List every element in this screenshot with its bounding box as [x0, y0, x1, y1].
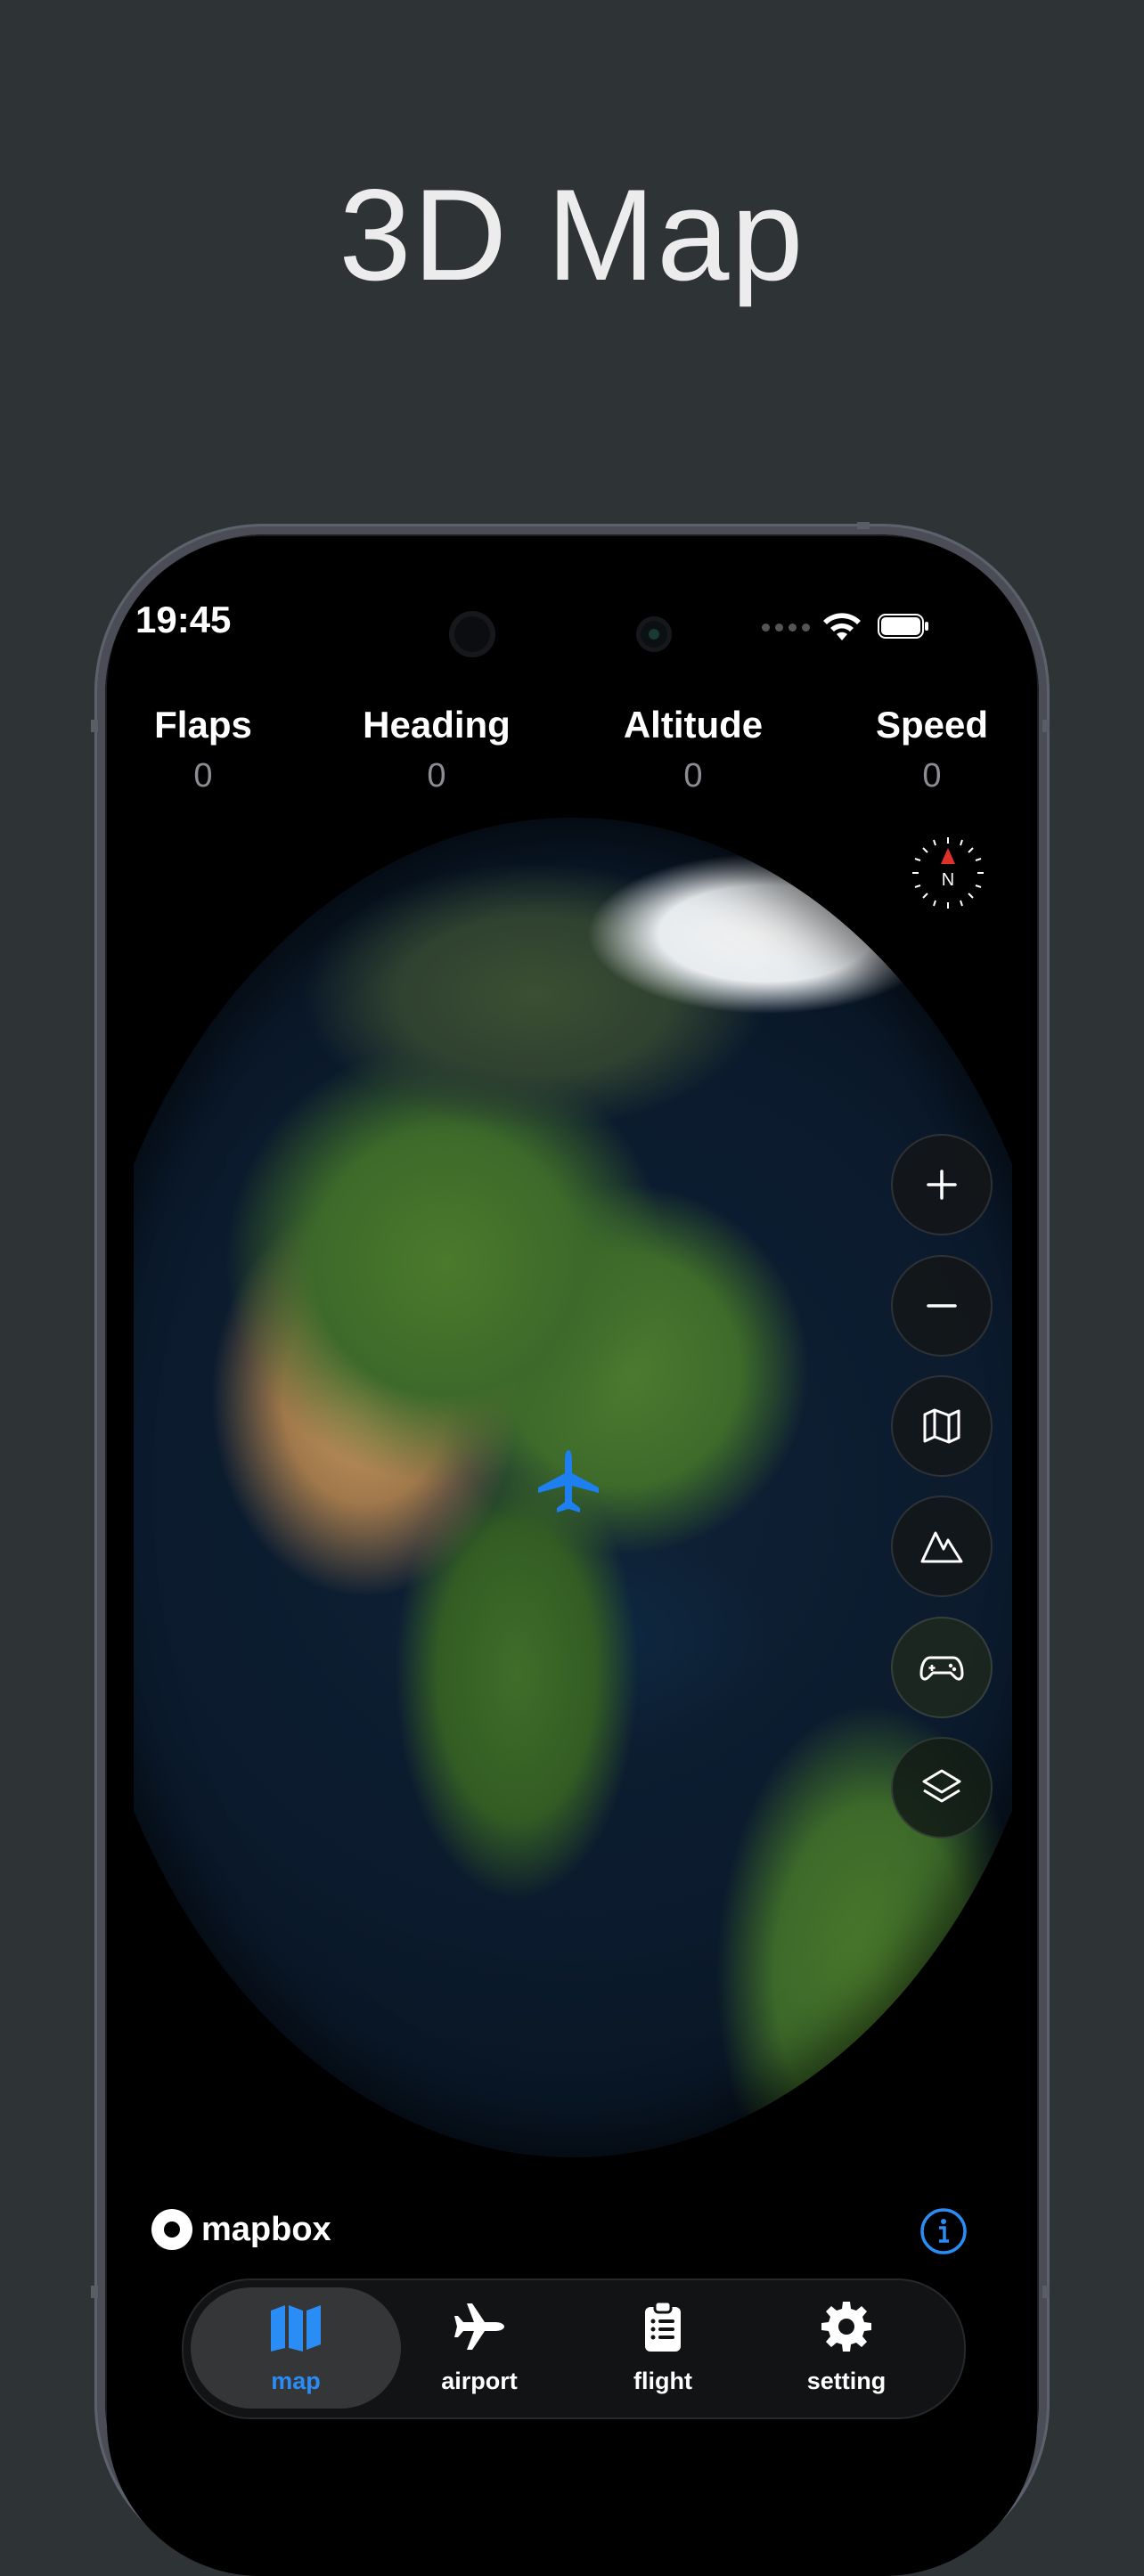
tab-label: flight — [633, 2368, 692, 2394]
readout-value: 0 — [683, 757, 703, 795]
readout-value: 0 — [922, 757, 942, 795]
layers-icon — [922, 1769, 961, 1803]
mapbox-brand: mapbox — [201, 2210, 331, 2248]
battery-icon — [878, 614, 928, 639]
readout-value: 0 — [193, 757, 213, 795]
zoom-out-button[interactable] — [891, 1255, 993, 1357]
readout-label: Flaps — [154, 704, 252, 746]
readout-label: Altitude — [623, 704, 764, 746]
airplane-icon[interactable] — [533, 1447, 604, 1518]
airplane-icon — [454, 2303, 504, 2350]
readout-value: 0 — [427, 757, 446, 795]
tab-map[interactable]: map — [191, 2287, 401, 2409]
tab-flight[interactable]: flight — [558, 2287, 768, 2409]
gear-icon — [821, 2302, 871, 2352]
mapbox-icon — [151, 2209, 192, 2250]
wifi-icon — [823, 613, 861, 640]
clipboard-icon — [645, 2300, 681, 2352]
compass-label: N — [942, 870, 954, 890]
map-icon — [271, 2305, 321, 2352]
tab-airport[interactable]: airport — [374, 2287, 584, 2409]
readout-speed: Speed 0 — [861, 704, 1003, 795]
tab-setting[interactable]: setting — [741, 2287, 952, 2409]
compass-icon[interactable]: N — [911, 836, 985, 910]
zoom-in-button[interactable] — [891, 1134, 993, 1235]
promo-title: 3D Map — [339, 162, 805, 307]
minus-icon — [927, 1304, 957, 1308]
tab-label: airport — [441, 2368, 518, 2394]
mapbox-logo[interactable]: mapbox — [151, 2209, 331, 2250]
mountain-icon — [920, 1531, 963, 1563]
terrain-button[interactable] — [891, 1496, 993, 1597]
signal-dots-icon — [762, 624, 810, 632]
readout-label: Heading — [363, 704, 511, 746]
gamepad-button[interactable] — [891, 1617, 993, 1718]
tab-bar: map airport flight setting — [182, 2278, 966, 2419]
status-time: 19:45 — [135, 599, 232, 640]
tab-label: setting — [806, 2368, 887, 2394]
map-icon — [923, 1408, 960, 1444]
gamepad-icon — [919, 1656, 964, 1681]
readout-label: Speed — [875, 704, 989, 746]
layers-button[interactable] — [891, 1737, 993, 1838]
readout-heading: Heading 0 — [346, 704, 527, 795]
plus-icon — [927, 1170, 957, 1200]
readout-flaps: Flaps 0 — [143, 704, 264, 795]
sensor — [636, 616, 672, 652]
map-style-button[interactable] — [891, 1375, 993, 1477]
front-camera — [449, 611, 495, 657]
tab-label: map — [271, 2368, 321, 2394]
info-icon[interactable] — [919, 2207, 968, 2255]
readout-altitude: Altitude 0 — [606, 704, 780, 795]
